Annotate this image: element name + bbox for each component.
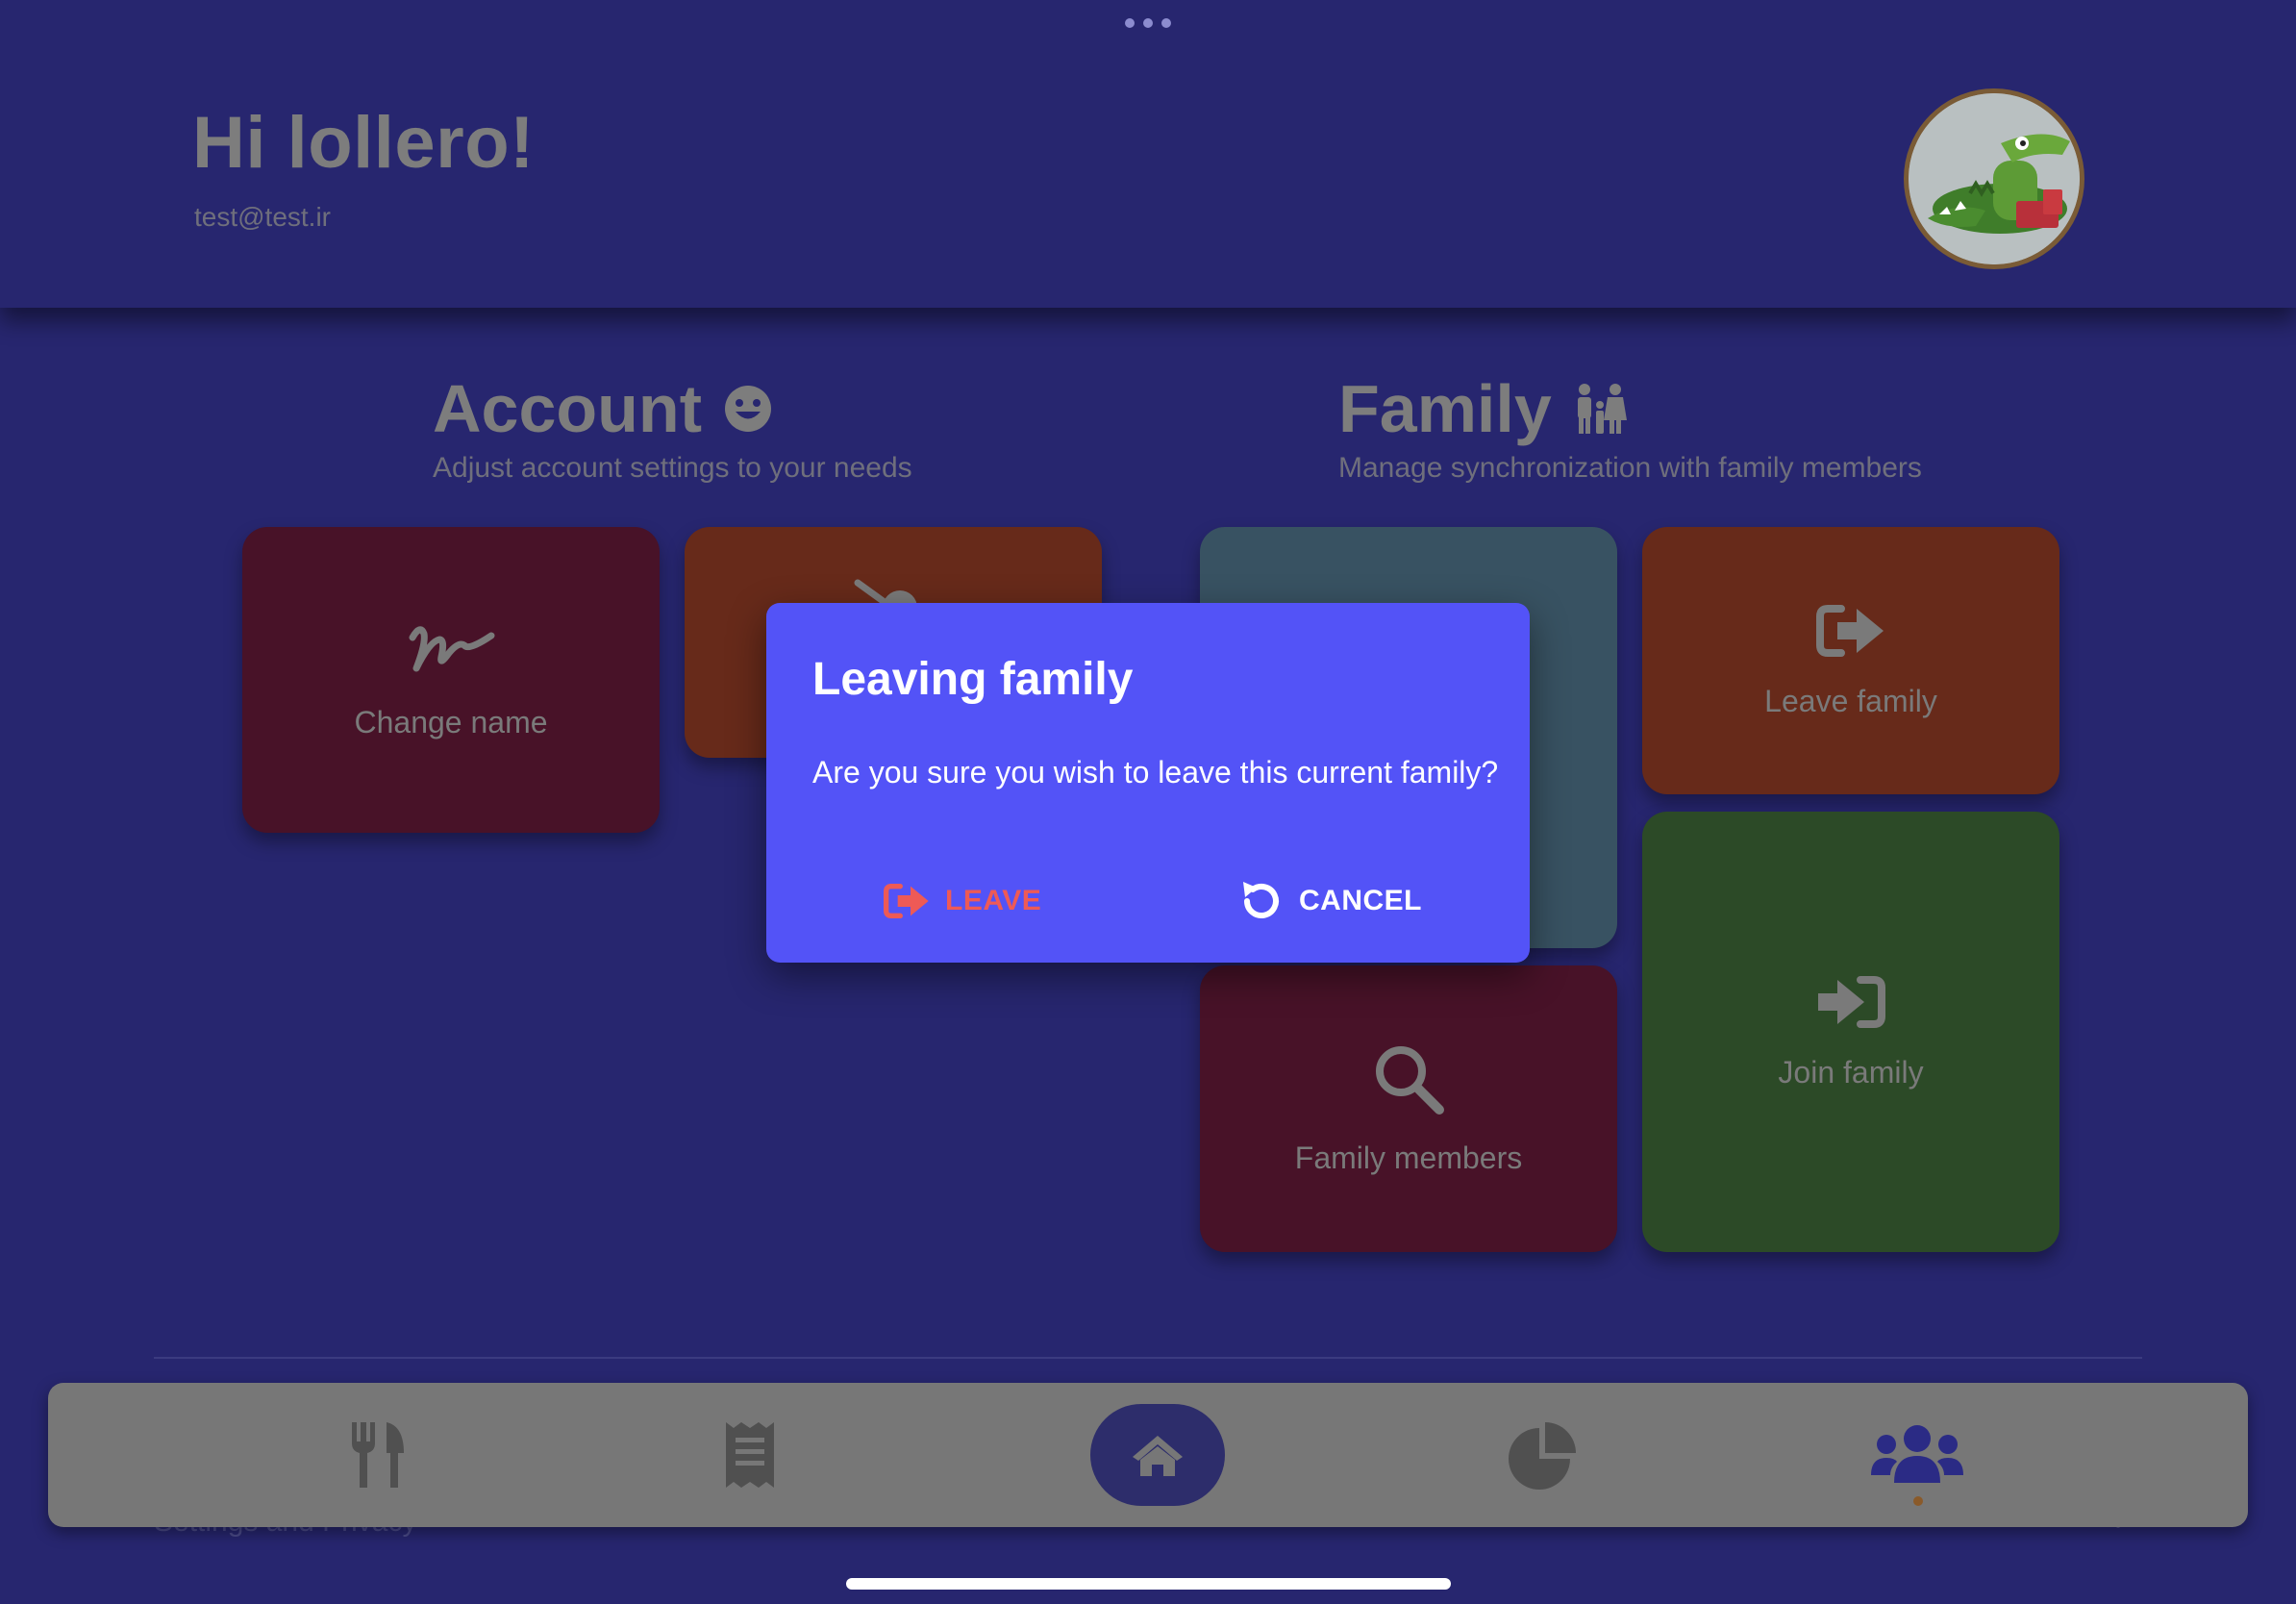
- active-tab-indicator: [1913, 1496, 1923, 1506]
- receipt-icon: [726, 1422, 774, 1488]
- join-family-tile[interactable]: Join family: [1642, 812, 2059, 1252]
- nav-receipts[interactable]: [673, 1383, 827, 1527]
- leave-family-dialog: Leaving family Are you sure you wish to …: [766, 603, 1530, 963]
- account-title-text: Account: [433, 371, 702, 446]
- leave-button-label: LEAVE: [945, 885, 1042, 916]
- cancel-button-label: CANCEL: [1299, 885, 1422, 916]
- crocodile-avatar-icon: [1909, 93, 2080, 264]
- grin-face-icon: [725, 386, 771, 432]
- greeting-title: Hi lollero!: [192, 102, 535, 184]
- nav-stats[interactable]: [1466, 1383, 1620, 1527]
- account-section-title: Account: [433, 370, 773, 447]
- divider: [154, 1357, 2142, 1359]
- cancel-button[interactable]: CANCEL: [1237, 872, 1422, 930]
- dialog-title: Leaving family: [812, 654, 1134, 705]
- sign-in-icon: [1818, 975, 1885, 1028]
- family-members-label: Family members: [1294, 1140, 1523, 1175]
- join-family-label: Join family: [1778, 1054, 1924, 1090]
- family-section-title: Family: [1338, 370, 1627, 447]
- users-icon: [1871, 1425, 1963, 1483]
- sign-out-icon: [1816, 604, 1884, 657]
- user-email: test@test.ir: [194, 202, 332, 232]
- undo-icon: [1243, 882, 1279, 918]
- nav-meals[interactable]: [300, 1383, 454, 1527]
- pie-chart-icon: [1509, 1422, 1576, 1490]
- family-section-subtitle: Manage synchronization with family membe…: [1338, 452, 1922, 484]
- home-pill[interactable]: [1090, 1404, 1225, 1506]
- change-name-label: Change name: [354, 704, 548, 739]
- nav-home[interactable]: [1081, 1383, 1235, 1527]
- leave-family-label: Leave family: [1764, 683, 1937, 718]
- avatar[interactable]: [1904, 88, 2084, 269]
- multitask-dots[interactable]: [1125, 18, 1171, 30]
- signature-icon: [409, 625, 495, 671]
- change-name-tile[interactable]: Change name: [242, 527, 660, 833]
- home-icon: [1133, 1436, 1183, 1476]
- utensils-icon: [352, 1422, 404, 1488]
- home-indicator[interactable]: [846, 1578, 1451, 1590]
- dialog-message: Are you sure you wish to leave this curr…: [812, 755, 1499, 789]
- family-members-tile[interactable]: Family members: [1200, 965, 1617, 1252]
- search-icon: [1376, 1045, 1444, 1115]
- family-icon: [1577, 384, 1627, 434]
- leave-button[interactable]: LEAVE: [884, 872, 1041, 930]
- leave-family-tile[interactable]: Leave family: [1642, 527, 2059, 794]
- account-section-subtitle: Adjust account settings to your needs: [433, 452, 912, 484]
- sign-out-icon: [884, 884, 929, 918]
- family-title-text: Family: [1338, 371, 1552, 446]
